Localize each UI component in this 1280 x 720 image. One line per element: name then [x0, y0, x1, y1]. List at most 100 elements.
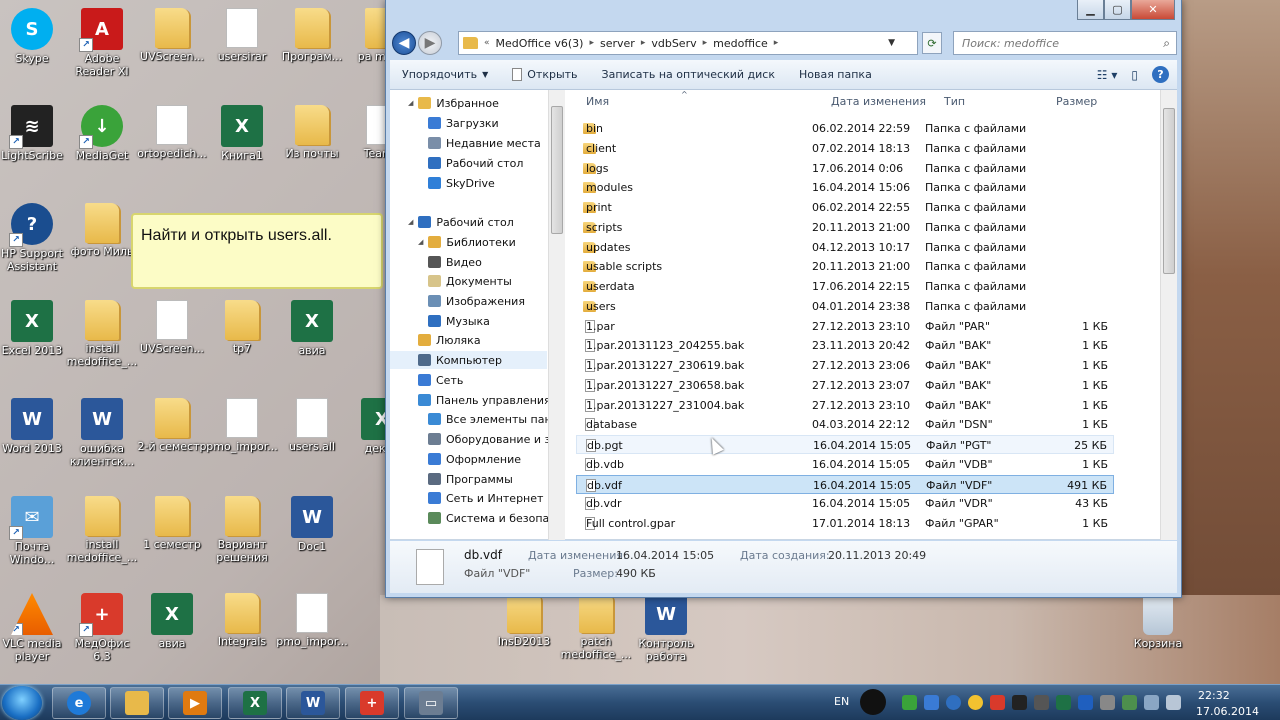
scrollbar-thumb[interactable] [551, 106, 563, 234]
breadcrumb-chevron-icon[interactable]: ▸ [774, 38, 779, 48]
file-row[interactable]: database 04.03.2014 22:12 Файл "DSN" 1 КБ [576, 415, 1114, 434]
desktop-icon[interactable]: ✉Почта Windo... [0, 496, 68, 566]
clock-date[interactable]: 17.06.2014 [1196, 705, 1259, 718]
desktop-icon[interactable]: 2-й семестр [136, 398, 208, 453]
desktop-icon[interactable]: фото Миль [66, 203, 138, 258]
breadcrumb-chevron-icon[interactable]: ▸ [589, 38, 594, 48]
taskbar-excel[interactable]: X [228, 687, 282, 719]
breadcrumb-chevron-icon[interactable]: ▸ [641, 38, 646, 48]
preview-pane-icon[interactable]: ▯ [1131, 68, 1138, 82]
desktop-icon[interactable]: patch medoffice_... [560, 593, 632, 661]
tray-app-icon[interactable] [1012, 695, 1027, 710]
file-row[interactable]: 1.par.20131227_230619.bak 27.12.2013 23:0… [576, 356, 1114, 375]
desktop-icon[interactable]: InsD2013 [488, 593, 560, 648]
column-size[interactable]: Размер [1056, 95, 1097, 108]
desktop-icon[interactable]: X Excel 2013 [0, 300, 68, 357]
desktop-icon[interactable]: Wошибка клиентск... [66, 398, 138, 468]
file-row[interactable]: 1.par 27.12.2013 23:10 Файл "PAR" 1 КБ [576, 317, 1114, 336]
desktop-icon[interactable]: pmo_impor... [276, 593, 348, 648]
refresh-button[interactable]: ⟳ [922, 32, 942, 54]
nav-item[interactable]: Сеть [418, 371, 463, 389]
tray-app-icon[interactable] [1100, 695, 1115, 710]
nav-item[interactable]: ◢ Рабочий стол [408, 213, 514, 231]
navigation-scrollbar[interactable] [548, 90, 565, 540]
desktop-icon[interactable]: tp7 [206, 300, 278, 355]
expand-arrow-icon[interactable]: ◢ [418, 238, 423, 246]
taskbar-medoffice[interactable]: + [345, 687, 399, 719]
taskbar-word[interactable]: W [286, 687, 340, 719]
language-indicator[interactable]: EN [834, 695, 849, 708]
file-row[interactable]: bin 06.02.2014 22:59 Папка с файлами [576, 119, 1114, 138]
desktop-icon[interactable]: ortopedich... [136, 105, 208, 160]
breadcrumb-chevron-icon[interactable]: ▸ [703, 38, 708, 48]
breadcrumb-item[interactable]: vdbServ [651, 37, 696, 50]
file-row[interactable]: users 04.01.2014 23:38 Папка с файлами [576, 297, 1114, 316]
nav-item[interactable]: Загрузки [428, 114, 499, 132]
desktop-icon[interactable]: ↓MediaGet [66, 105, 138, 162]
file-row[interactable]: db.pgt 16.04.2014 15:05 Файл "PGT" 25 КБ [576, 435, 1114, 454]
nav-item[interactable]: ◢ Избранное [408, 94, 499, 112]
new-folder-button[interactable]: Новая папка [787, 68, 884, 81]
desktop-icon[interactable]: 1 семестр [136, 496, 208, 551]
nav-item[interactable]: ◢ Библиотеки [418, 233, 516, 251]
file-row[interactable]: scripts 20.11.2013 21:00 Папка с файлами [576, 218, 1114, 237]
desktop-icon[interactable]: ?HP Support Assistant [0, 203, 68, 273]
desktop-icon[interactable]: Програм... [276, 8, 348, 63]
expand-arrow-icon[interactable]: ◢ [408, 218, 413, 226]
expand-arrow-icon[interactable]: ◢ [408, 99, 413, 107]
desktop-icon[interactable]: ≋LightScribe [0, 105, 68, 162]
nav-item[interactable]: Оформление [428, 450, 521, 468]
breadcrumb-item[interactable]: MedOffice v6(3) [496, 37, 584, 50]
nav-item[interactable]: Рабочий стол [428, 154, 523, 172]
nav-item[interactable]: Недавние места [428, 134, 541, 152]
desktop-icon[interactable]: Xавиа [136, 593, 208, 650]
address-dropdown-icon[interactable]: ▼ [888, 38, 895, 48]
file-row[interactable]: modules 16.04.2014 15:06 Папка с файлами [576, 178, 1114, 197]
nav-item[interactable]: Люляка [418, 331, 481, 349]
desktop-icon[interactable]: W Word 2013 [0, 398, 68, 455]
back-button[interactable]: ◀ [392, 31, 416, 55]
desktop-icon[interactable]: VLC media player [0, 593, 68, 663]
file-row[interactable]: db.vdr 16.04.2014 15:05 Файл "VDR" 43 КБ [576, 494, 1114, 513]
file-row[interactable]: usable scripts 20.11.2013 21:00 Папка с фа… [576, 257, 1114, 276]
nav-item[interactable]: Изображения [428, 292, 525, 310]
desktop-icon[interactable]: Корзина [1122, 593, 1194, 650]
open-button[interactable]: Открыть [500, 68, 589, 81]
file-row[interactable]: 1.par.20131227_230658.bak 27.12.2013 23:0… [576, 376, 1114, 395]
taskbar-media-player[interactable]: ▶ [168, 687, 222, 719]
desktop-icon[interactable]: AAdobe Reader XI [66, 8, 138, 78]
nav-item[interactable]: Документы [428, 272, 512, 290]
close-button[interactable]: ✕ [1131, 0, 1175, 20]
maximize-button[interactable]: ▢ [1104, 0, 1131, 20]
taskbar-explorer[interactable] [110, 687, 164, 719]
desktop-icon[interactable]: X Книга1 [206, 105, 278, 162]
tray-app-icon[interactable] [1056, 695, 1071, 710]
search-input[interactable]: Поиск: medoffice ⌕ [953, 31, 1177, 55]
forward-button[interactable]: ▶ [418, 31, 442, 55]
file-row[interactable]: client 07.02.2014 18:13 Папка с файлами [576, 139, 1114, 158]
nav-item[interactable]: Видео [428, 253, 482, 271]
desktop-icon[interactable]: install medoffice_... [66, 300, 138, 368]
file-row[interactable]: Full control.gpar 17.01.2014 18:13 Файл "G… [576, 514, 1114, 533]
search-icon[interactable]: ⌕ [1163, 36, 1170, 51]
desktop-icon[interactable]: Integrals [206, 593, 278, 648]
desktop-icon[interactable]: UVScreen... [136, 300, 208, 355]
tray-app-icon[interactable] [1034, 695, 1049, 710]
nav-item[interactable]: Все элементы пане [428, 410, 548, 428]
help-assistant-icon[interactable] [860, 689, 886, 715]
desktop-icon[interactable]: +МедОфис 6.3 [66, 593, 138, 663]
nav-item[interactable]: Сеть и Интернет [428, 489, 543, 507]
desktop-icon[interactable]: Из почты [276, 105, 348, 160]
breadcrumb-item[interactable]: medoffice [713, 37, 768, 50]
column-type[interactable]: Тип [944, 95, 965, 108]
column-name[interactable]: Имя [586, 95, 609, 108]
minimize-button[interactable]: ▁ [1077, 0, 1104, 20]
desktop-icon[interactable]: users.all [276, 398, 348, 453]
desktop-icon[interactable]: W Контроль работа [630, 593, 702, 663]
tray-app-icon[interactable] [990, 695, 1005, 710]
desktop-icon[interactable]: Xавиа [276, 300, 348, 357]
nav-item[interactable]: Панель управления [418, 391, 548, 409]
power-icon[interactable] [1122, 695, 1137, 710]
desktop-icon[interactable]: install medoffice_... [66, 496, 138, 564]
network-icon[interactable] [1144, 695, 1159, 710]
